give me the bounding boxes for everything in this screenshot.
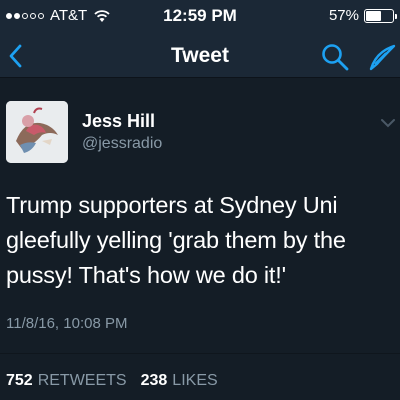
nav-bar: Tweet	[0, 34, 400, 78]
status-right: 57%	[328, 7, 397, 24]
tweet-timestamp: 11/8/16, 10:08 PM	[6, 315, 128, 332]
avatar[interactable]	[6, 101, 68, 163]
tweet-stats: 752 RETWEETS 238 LIKES	[6, 372, 218, 390]
author-handle[interactable]: @jessradio	[82, 135, 162, 153]
likes-stat[interactable]: 238 LIKES	[141, 372, 218, 390]
battery-level	[366, 10, 381, 21]
battery-icon	[364, 8, 397, 23]
likes-count: 238	[140, 372, 168, 389]
chevron-down-icon[interactable]	[380, 118, 396, 128]
likes-label: LIKES	[172, 372, 218, 389]
retweets-count: 752	[6, 372, 33, 389]
divider	[0, 353, 400, 354]
tweet-detail: Jess Hill @jessradio Trump supporters at…	[0, 78, 400, 400]
status-bar: AT&T 12:59 PM 57%	[0, 0, 400, 34]
battery-percent: 57%	[328, 7, 359, 24]
retweets-label: RETWEETS	[37, 372, 127, 389]
tweet-text: Trump supporters at Sydney Uni gleefully…	[6, 192, 346, 288]
author-name[interactable]: Jess Hill	[82, 111, 155, 132]
avatar-image	[6, 101, 68, 163]
search-icon[interactable]	[320, 42, 350, 72]
compose-icon[interactable]	[368, 42, 398, 72]
retweets-stat[interactable]: 752 RETWEETS	[6, 372, 127, 390]
